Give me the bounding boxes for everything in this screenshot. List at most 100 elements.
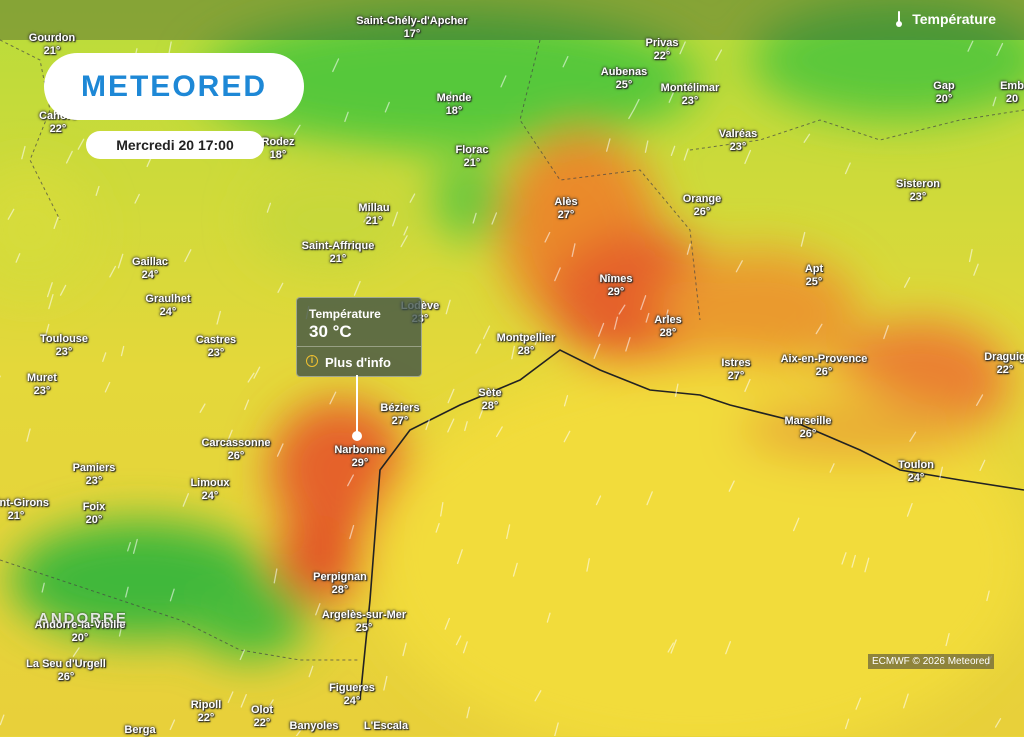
city-label[interactable]: Montpellier28°: [497, 332, 556, 358]
city-label[interactable]: Arles28°: [654, 314, 682, 340]
city-temperature: 24°: [898, 472, 934, 485]
city-temperature: 24°: [132, 269, 168, 282]
city-temperature: 29°: [334, 457, 385, 470]
city-label[interactable]: Sisteron23°: [896, 178, 940, 204]
meteored-logo[interactable]: METEORED: [44, 53, 304, 120]
city-label[interactable]: Figueres24°: [329, 682, 375, 708]
city-name: Saint-Affrique: [302, 240, 375, 253]
city-label[interactable]: Toulon24°: [898, 459, 934, 485]
city-name: Gap: [933, 80, 954, 93]
popup-title: Température: [309, 307, 381, 321]
city-temperature: 28°: [654, 327, 682, 340]
city-label[interactable]: Carcassonne26°: [201, 437, 270, 463]
city-name: Nîmes: [599, 273, 632, 286]
city-label[interactable]: Limoux24°: [190, 477, 229, 503]
city-label[interactable]: Muret23°: [27, 372, 57, 398]
city-temperature: 24°: [329, 695, 375, 708]
city-label[interactable]: Valréas23°: [719, 128, 758, 154]
city-temperature: 20°: [933, 93, 954, 106]
city-name: Montpellier: [497, 332, 556, 345]
city-name: Banyoles: [290, 720, 339, 733]
city-temperature: 23°: [73, 475, 116, 488]
city-name: Toulouse: [40, 333, 88, 346]
city-temperature: 20°: [35, 632, 126, 645]
city-label[interactable]: Saint-Girons21°: [0, 497, 49, 523]
city-name: Orange: [683, 193, 722, 206]
city-label[interactable]: Apt25°: [805, 263, 823, 289]
city-name: Apt: [805, 263, 823, 276]
city-temperature: 23°: [40, 346, 88, 359]
layer-label: Température: [912, 11, 996, 27]
city-label[interactable]: Alès27°: [554, 196, 577, 222]
city-label[interactable]: Saint-Chély-d'Apcher17°: [356, 15, 467, 41]
city-label[interactable]: Ripoll22°: [191, 699, 222, 725]
city-name: Foix: [83, 501, 106, 514]
city-label[interactable]: La Seu d'Urgell26°: [26, 658, 106, 684]
city-label[interactable]: Istres27°: [721, 357, 750, 383]
city-label[interactable]: Banyoles: [290, 720, 339, 733]
pin-line: [356, 375, 358, 433]
city-name: Castres: [196, 334, 236, 347]
city-label[interactable]: Rodez18°: [262, 136, 295, 162]
city-label[interactable]: Aix-en-Provence26°: [781, 353, 868, 379]
city-temperature: 24°: [145, 306, 190, 319]
city-label[interactable]: Toulouse23°: [40, 333, 88, 359]
city-temperature: 22°: [191, 712, 222, 725]
city-label[interactable]: Nîmes29°: [599, 273, 632, 299]
city-temperature: 23°: [719, 141, 758, 154]
city-label[interactable]: Gap20°: [933, 80, 954, 106]
city-label[interactable]: Emb20: [1000, 80, 1024, 106]
city-temperature: 22°: [645, 50, 678, 63]
city-label[interactable]: Argelès-sur-Mer25°: [322, 609, 406, 635]
city-temperature: 26°: [26, 671, 106, 684]
city-label[interactable]: Montélimar23°: [661, 82, 720, 108]
city-label[interactable]: Millau21°: [358, 202, 389, 228]
city-temperature: 21°: [302, 253, 375, 266]
city-label[interactable]: Florac21°: [455, 144, 488, 170]
city-label[interactable]: Béziers27°: [380, 402, 419, 428]
city-label[interactable]: Berga: [124, 724, 155, 737]
city-label[interactable]: Marseille26°: [784, 415, 831, 441]
city-label[interactable]: Gaillac24°: [132, 256, 168, 282]
city-temperature: 28°: [497, 345, 556, 358]
city-label[interactable]: Castres23°: [196, 334, 236, 360]
city-name: L'Escala: [364, 720, 408, 733]
temperature-popup: Température 30 °C i Plus d'info: [296, 297, 422, 377]
city-name: Aix-en-Provence: [781, 353, 868, 366]
city-label[interactable]: Olot22°: [251, 704, 273, 730]
city-temperature: 26°: [781, 366, 868, 379]
city-label[interactable]: Orange26°: [683, 193, 722, 219]
layer-selector[interactable]: Température: [896, 11, 996, 27]
city-temperature: 21°: [0, 510, 49, 523]
city-name: Béziers: [380, 402, 419, 415]
city-label[interactable]: Sète28°: [478, 387, 501, 413]
city-name: Perpignan: [313, 571, 367, 584]
city-temperature: 23°: [896, 191, 940, 204]
city-temperature: 22°: [251, 717, 273, 730]
forecast-time[interactable]: Mercredi 20 17:00: [86, 131, 264, 159]
city-temperature: 24°: [190, 490, 229, 503]
city-label[interactable]: Saint-Affrique21°: [302, 240, 375, 266]
city-label[interactable]: Aubenas25°: [601, 66, 647, 92]
city-label[interactable]: L'Escala: [364, 720, 408, 733]
city-name: Sisteron: [896, 178, 940, 191]
city-name: La Seu d'Urgell: [26, 658, 106, 671]
city-label[interactable]: Graulhet24°: [145, 293, 190, 319]
city-temperature: 25°: [805, 276, 823, 289]
city-label[interactable]: Pamiers23°: [73, 462, 116, 488]
city-temperature: 18°: [437, 105, 472, 118]
city-name: Montélimar: [661, 82, 720, 95]
location-pin[interactable]: [352, 431, 362, 441]
city-label[interactable]: Draguig22°: [984, 351, 1024, 377]
more-info-link[interactable]: Plus d'info: [325, 355, 391, 370]
city-label[interactable]: Privas22°: [645, 37, 678, 63]
city-name: Pamiers: [73, 462, 116, 475]
city-name: Florac: [455, 144, 488, 157]
city-name: Olot: [251, 704, 273, 717]
city-label[interactable]: Narbonne29°: [334, 444, 385, 470]
map-credit: ECMWF © 2026 Meteored: [868, 654, 994, 669]
city-label[interactable]: Foix20°: [83, 501, 106, 527]
city-label[interactable]: Mende18°: [437, 92, 472, 118]
city-label[interactable]: Perpignan28°: [313, 571, 367, 597]
city-name: Gourdon: [29, 32, 75, 45]
